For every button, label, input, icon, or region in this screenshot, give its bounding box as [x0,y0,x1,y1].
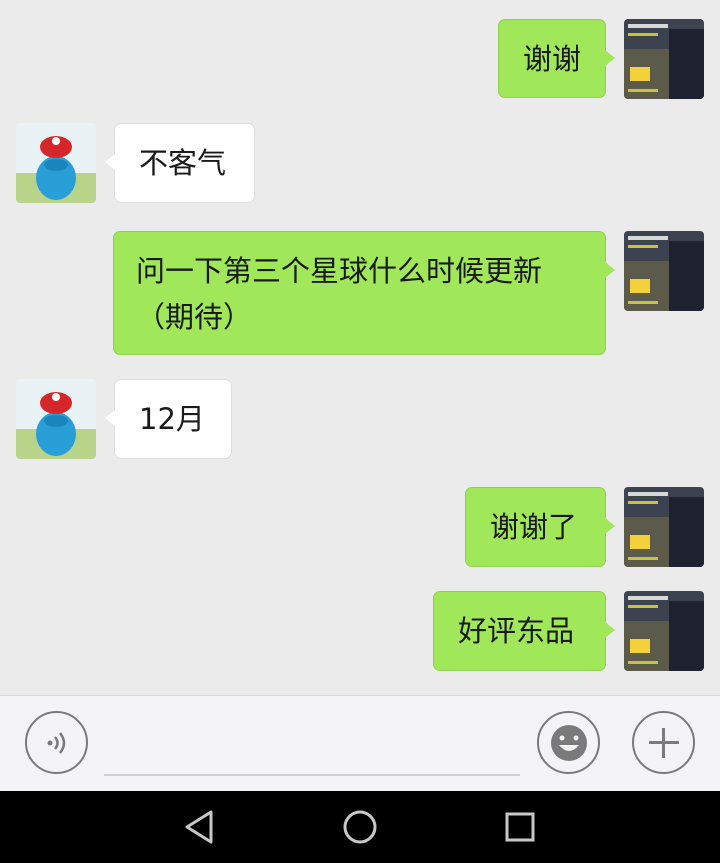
back-triangle-icon [185,810,213,844]
message-text: 问一下第三个星球什么时候更新（期待） [136,254,543,334]
plus-icon [648,727,679,758]
message-bubble-sent[interactable]: 好评东品 [433,591,615,671]
message-bubble-sent[interactable]: 问一下第三个星球什么时候更新（期待） [113,231,615,355]
contact-avatar[interactable] [16,379,96,459]
message-bubble-received[interactable]: 12月 [105,379,232,459]
message-text: 好评东品 [458,614,575,648]
game-screenshot-avatar-icon [624,19,704,99]
my-avatar[interactable] [624,231,704,311]
voice-icon [47,731,65,754]
system-navigation-bar [0,791,720,863]
nav-recent-button[interactable] [500,807,540,847]
voice-button[interactable] [25,711,88,774]
nav-back-button[interactable] [180,807,220,847]
game-screenshot-avatar-icon [624,487,704,567]
message-text: 12月 [139,402,205,436]
message-text: 不客气 [139,146,227,180]
my-avatar[interactable] [624,591,704,671]
emoji-icon [550,724,587,761]
message-text: 谢谢了 [490,510,578,544]
blue-creature-avatar-icon [16,123,96,203]
contact-avatar[interactable] [16,123,96,203]
message-bubble-sent[interactable]: 谢谢了 [465,487,615,567]
my-avatar[interactable] [624,487,704,567]
text-input-field[interactable] [104,774,520,776]
nav-home-button[interactable] [340,807,380,847]
message-bubble-sent[interactable]: 谢谢 [498,19,615,98]
plus-button[interactable] [632,711,695,774]
emoji-button[interactable] [537,711,600,774]
message-text: 谢谢 [523,42,582,76]
chat-area[interactable]: 谢谢 不客气 问一下第三个星球什么时候更新（期待） 12月 谢谢了 好评东品 [0,0,720,695]
game-screenshot-avatar-icon [624,231,704,311]
recent-square-icon [505,812,535,842]
message-input-bar [0,695,720,791]
game-screenshot-avatar-icon [624,591,704,671]
my-avatar[interactable] [624,19,704,99]
message-bubble-received[interactable]: 不客气 [105,123,255,203]
blue-creature-avatar-icon [16,379,96,459]
home-circle-icon [343,810,377,844]
